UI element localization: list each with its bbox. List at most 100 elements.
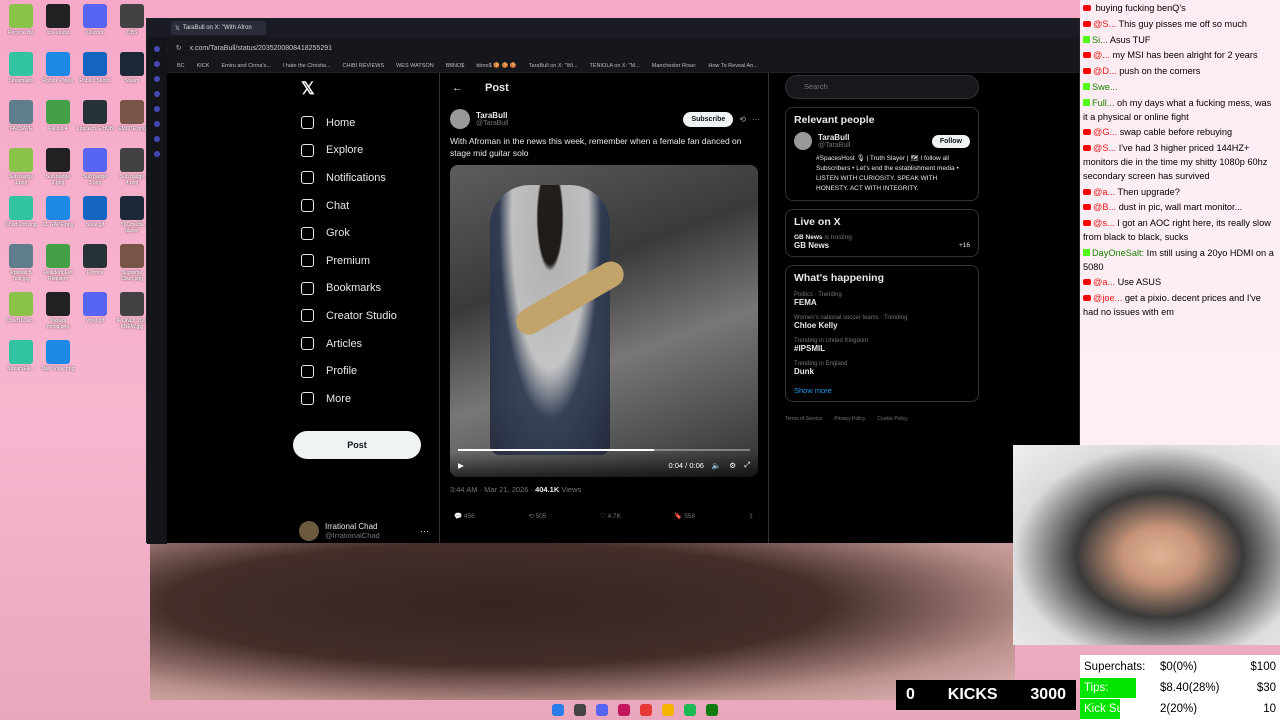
url-field[interactable]: x.com/TaraBull/status/203520080841825529… xyxy=(190,45,332,52)
desktop-icon[interactable]: FAXSAVE xyxy=(2,100,40,132)
person-handle[interactable]: @TaraBull xyxy=(818,142,850,149)
settings-icon[interactable]: ⚙ xyxy=(729,461,736,470)
more-dots-icon[interactable]: ··· xyxy=(420,526,429,536)
xbox-icon[interactable] xyxy=(706,704,718,716)
desktop-icon[interactable]: Ppbnatch Test.jpg xyxy=(2,244,40,282)
desktop-icon[interactable]: Logitech G HUB xyxy=(76,100,114,132)
browser-tab[interactable]: 𝕏 TaraBull on X: "With Afron xyxy=(171,21,266,35)
sidebar-icon[interactable] xyxy=(154,151,160,157)
volume-icon[interactable]: 🔈 xyxy=(712,461,721,470)
trend-item[interactable]: Trending in England Dunk xyxy=(794,361,970,376)
sidebar-icon[interactable] xyxy=(154,121,160,127)
bookmark-button[interactable]: 🔖 558 xyxy=(674,512,695,520)
chat-username[interactable]: @G... xyxy=(1093,127,1117,137)
bookmark-item[interactable]: WES WATSON xyxy=(396,63,434,69)
repost-button[interactable]: ⟲ 505 xyxy=(528,512,546,520)
bookmark-item[interactable]: How To Reveal An... xyxy=(708,63,757,69)
desktop-icon[interactable]: Resident Evil Requiem xyxy=(39,244,77,282)
sidebar-icon[interactable] xyxy=(154,136,160,142)
chat-username[interactable]: @a... xyxy=(1093,277,1115,287)
desktop-icon[interactable]: Todays mood.png xyxy=(39,292,77,330)
desktop-icon[interactable]: Sub badge 3.png xyxy=(76,148,114,186)
sidebar-icon[interactable] xyxy=(154,76,160,82)
nav-item-articles[interactable]: Articles xyxy=(295,330,435,358)
account-switcher[interactable]: Irrational Chad @IrrationalChad ··· xyxy=(299,521,429,541)
nav-item-grok[interactable]: Grok xyxy=(295,219,435,247)
bookmark-item[interactable]: Emiru and Cinna's... xyxy=(221,63,270,69)
desktop-icon[interactable]: Dark Viper.png xyxy=(39,340,77,372)
chat-username[interactable]: @S... xyxy=(1093,143,1116,153)
sidebar-icon[interactable] xyxy=(154,91,160,97)
sidebar-icon[interactable] xyxy=(154,61,160,67)
bookmark-item[interactable]: TENIOLA on X: "M... xyxy=(590,63,640,69)
desktop-icon[interactable]: CL RAPE.png xyxy=(39,196,77,228)
chat-username[interactable]: @D... xyxy=(1093,66,1117,76)
desktop-icon[interactable]: Discord xyxy=(76,4,114,36)
nav-item-creator-studio[interactable]: Creator Studio xyxy=(295,302,435,330)
trend-item[interactable]: Trending in United Kingdom #IPSMIL xyxy=(794,338,970,353)
more-dots-icon[interactable]: ··· xyxy=(752,115,760,124)
desktop-icon[interactable]: Roblox Studio xyxy=(76,52,114,84)
sidebar-icon[interactable] xyxy=(154,106,160,112)
spotify-icon[interactable] xyxy=(684,704,696,716)
nav-item-more[interactable]: More xyxy=(295,385,435,413)
live-host[interactable]: GB News xyxy=(794,234,823,241)
desktop-icon[interactable]: Fortnite xyxy=(76,244,114,276)
bookmark-item[interactable]: Manchester Rose: xyxy=(652,63,697,69)
search-input[interactable]: Search xyxy=(785,75,979,99)
reload-icon[interactable]: ↻ xyxy=(176,44,182,52)
desktop-icon[interactable]: StreamEle... xyxy=(2,340,40,372)
bookmark-item[interactable]: KICK xyxy=(197,63,210,69)
back-arrow-icon[interactable]: ← xyxy=(452,82,463,94)
nav-item-premium[interactable]: Premium xyxy=(295,247,435,275)
footer-link[interactable]: Privacy Policy xyxy=(834,416,865,422)
video-player[interactable]: ▶ 0:04 / 0:06 🔈 ⚙ ⤢ xyxy=(450,165,758,477)
play-icon[interactable]: ▶ xyxy=(458,461,464,470)
discord-icon[interactable] xyxy=(596,704,608,716)
chat-username[interactable]: @S... xyxy=(1093,19,1116,29)
author-name[interactable]: TaraBull xyxy=(476,111,508,120)
desktop-icon[interactable]: Viper.gif xyxy=(76,292,114,324)
footer-link[interactable]: Cookie Policy xyxy=(877,416,907,422)
bookmark-item[interactable]: TaraBull on X: "Wi... xyxy=(529,63,578,69)
start-icon[interactable] xyxy=(552,704,564,716)
follow-button[interactable]: Follow xyxy=(931,134,970,148)
reply-button[interactable]: 💬 456 xyxy=(454,512,475,520)
nav-item-explore[interactable]: Explore xyxy=(295,137,435,165)
chat-username[interactable]: @joe... xyxy=(1093,293,1122,303)
live-name[interactable]: GB News xyxy=(794,241,829,250)
desktop-icon[interactable]: Chud Orff.png xyxy=(2,196,40,228)
desktop-icon[interactable]: Fallout 4 xyxy=(39,100,77,132)
chat-username[interactable]: Si... xyxy=(1092,35,1108,45)
desktop-icon[interactable]: Roblox Player xyxy=(39,52,77,84)
browser-icon[interactable] xyxy=(640,704,652,716)
chat-username[interactable]: @... xyxy=(1093,50,1110,60)
post-timestamp[interactable]: 3:44 AM · Mar 21, 2026 · xyxy=(450,485,533,494)
search-icon[interactable] xyxy=(574,704,586,716)
desktop-icon[interactable]: Stale.gif xyxy=(76,196,114,228)
desktop-icon[interactable]: Sub badge 2.png xyxy=(39,148,77,186)
chat-username[interactable]: Full... xyxy=(1092,98,1114,108)
bookmark-item[interactable]: BBNO$ xyxy=(446,63,465,69)
nav-item-chat[interactable]: Chat xyxy=(295,192,435,220)
chat-username[interactable]: @a... xyxy=(1093,187,1115,197)
nav-item-profile[interactable]: Profile xyxy=(295,357,435,385)
author-handle[interactable]: @TaraBull xyxy=(476,120,508,127)
chat-username[interactable]: Swe... xyxy=(1092,82,1118,92)
footer-link[interactable]: Terms of Service xyxy=(785,416,822,422)
desktop-icon[interactable]: Chud1619c... xyxy=(2,292,40,324)
trend-item[interactable]: Women's national soccer teams · Trending… xyxy=(794,315,970,330)
desktop-icon[interactable]: Recycle Bin xyxy=(2,4,40,36)
subscribe-button[interactable]: Subscribe xyxy=(683,111,734,127)
show-more-link[interactable]: Show more xyxy=(794,386,970,395)
video-progress-bar[interactable] xyxy=(458,449,750,451)
desktop-icon[interactable]: Sub badge 1.png xyxy=(2,148,40,186)
nav-item-notifications[interactable]: Notifications xyxy=(295,164,435,192)
bookmark-item[interactable]: I hate the Christia... xyxy=(283,63,331,69)
x-logo-icon[interactable]: 𝕏 xyxy=(301,79,321,99)
chat-username[interactable]: @B... xyxy=(1093,202,1116,212)
chat-username[interactable]: @s... xyxy=(1093,218,1115,228)
like-button[interactable]: ♡ 4.7K xyxy=(600,512,621,520)
bookmark-item[interactable]: bbno$ 🍪 🍪 🍪 xyxy=(476,63,516,69)
desktop-icon[interactable]: Streamlabs xyxy=(2,52,40,84)
